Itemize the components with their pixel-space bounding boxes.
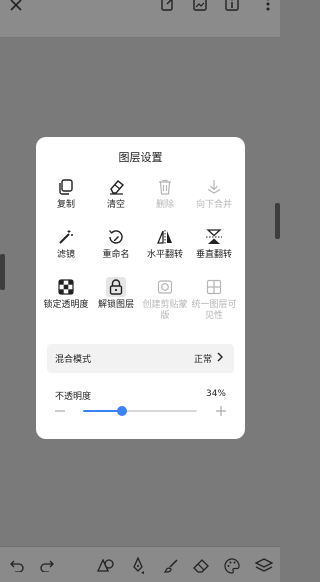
chevron-right-icon xyxy=(214,351,226,363)
close-icon[interactable] xyxy=(6,0,26,15)
more-icon[interactable] xyxy=(258,0,278,14)
lock-transparency-button[interactable]: 锁定透明度 xyxy=(40,277,92,311)
rename-icon xyxy=(106,227,126,247)
eraser-tool-icon[interactable] xyxy=(191,556,211,576)
merge-down-icon xyxy=(204,177,224,197)
edit-icon[interactable] xyxy=(158,0,178,14)
opacity-value: 34% xyxy=(205,389,226,399)
clear-button[interactable]: 清空 xyxy=(90,177,142,211)
shapes-icon[interactable] xyxy=(96,556,116,576)
flip-vertical-icon xyxy=(204,227,224,247)
unlock-layer-button[interactable]: 解锁图层 xyxy=(90,277,142,311)
layer-settings-dialog: 图层设置 复制 清空 删除 向下合并 滤镜 重命名 水平翻转 垂直翻转 锁定透明… xyxy=(36,137,245,439)
blend-mode-value: 正常 xyxy=(193,355,212,365)
pen-icon[interactable] xyxy=(128,556,148,576)
flip-horizontal-icon xyxy=(155,227,175,247)
merge-down-button[interactable]: 向下合并 xyxy=(188,177,240,211)
magic-wand-icon xyxy=(56,227,76,247)
blend-mode-label: 混合模式 xyxy=(55,355,92,365)
bottom-toolbar xyxy=(0,546,280,582)
eraser-icon xyxy=(106,177,126,197)
left-side-handle[interactable] xyxy=(0,254,5,290)
brush-icon[interactable] xyxy=(161,556,181,576)
undo-icon[interactable] xyxy=(7,556,27,576)
top-toolbar xyxy=(0,0,280,38)
copy-button[interactable]: 复制 xyxy=(40,177,92,211)
flip-vertical-button[interactable]: 垂直翻转 xyxy=(188,227,240,261)
rename-button[interactable]: 重命名 xyxy=(90,227,142,261)
delete-button[interactable]: 删除 xyxy=(139,177,191,211)
opacity-increase-button[interactable] xyxy=(216,405,226,417)
image-icon[interactable] xyxy=(190,0,210,14)
filter-button[interactable]: 滤镜 xyxy=(40,227,92,261)
clip-mask-icon xyxy=(155,277,175,297)
palette-icon[interactable] xyxy=(222,556,242,576)
info-icon[interactable] xyxy=(222,0,242,14)
unify-layer-visibility-button[interactable]: 统一图层可见性 xyxy=(188,277,240,322)
right-side-handle[interactable] xyxy=(275,203,280,239)
checker-icon xyxy=(56,277,76,297)
opacity-decrease-button[interactable] xyxy=(55,405,65,417)
unlock-icon xyxy=(106,277,126,297)
opacity-label: 不透明度 xyxy=(55,392,92,402)
layers-visibility-icon xyxy=(204,277,224,297)
dialog-title: 图层设置 xyxy=(118,151,163,164)
opacity-slider-fill xyxy=(83,410,122,412)
blend-mode-row[interactable]: 混合模式 正常 xyxy=(47,344,234,373)
opacity-slider[interactable] xyxy=(83,406,197,416)
flip-horizontal-button[interactable]: 水平翻转 xyxy=(139,227,191,261)
copy-icon xyxy=(56,177,76,197)
trash-icon xyxy=(155,177,175,197)
create-clipping-mask-button[interactable]: 创建剪贴蒙版 xyxy=(139,277,191,322)
redo-icon[interactable] xyxy=(37,556,57,576)
layers-icon[interactable] xyxy=(254,556,274,576)
opacity-slider-thumb[interactable] xyxy=(116,406,127,416)
